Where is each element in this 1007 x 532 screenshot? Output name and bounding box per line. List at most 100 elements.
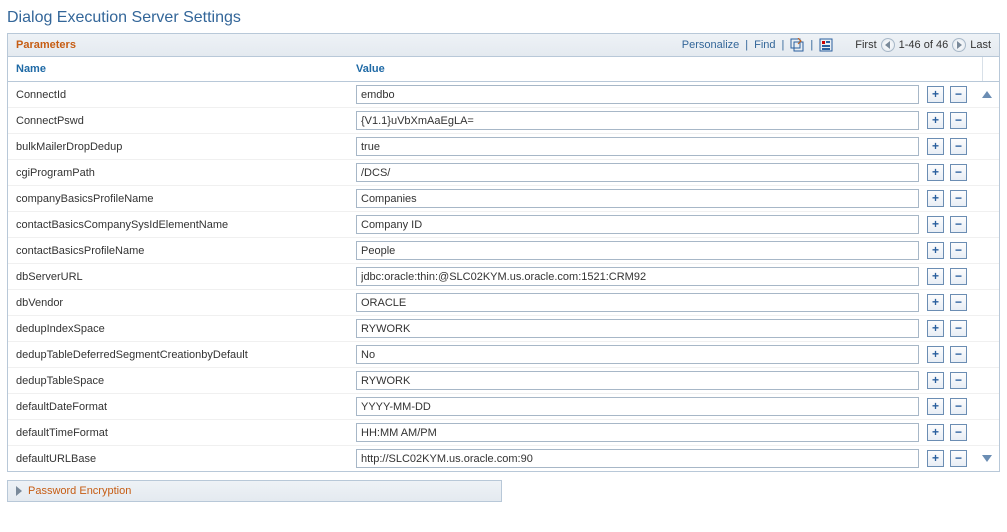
param-value-cell (352, 319, 923, 338)
param-value-cell (352, 267, 923, 286)
nav-next-icon[interactable] (952, 38, 966, 52)
add-row-button[interactable]: + (927, 294, 944, 311)
param-value-cell (352, 85, 923, 104)
delete-row-button[interactable]: − (950, 320, 967, 337)
param-value-input[interactable] (356, 371, 919, 390)
param-value-cell (352, 137, 923, 156)
row-actions: +− (923, 242, 979, 259)
param-value-input[interactable] (356, 423, 919, 442)
param-value-input[interactable] (356, 293, 919, 312)
param-value-input[interactable] (356, 85, 919, 104)
grid-header: Parameters Personalize | Find | | First … (8, 34, 999, 57)
add-row-button[interactable]: + (927, 164, 944, 181)
delete-row-button[interactable]: − (950, 164, 967, 181)
table-row: dedupIndexSpace +− (8, 315, 999, 341)
param-name: defaultDateFormat (12, 401, 352, 413)
table-row: bulkMailerDropDedup+− (8, 133, 999, 159)
row-actions: +− (923, 398, 979, 415)
delete-row-button[interactable]: − (950, 294, 967, 311)
personalize-link[interactable]: Personalize (682, 39, 739, 51)
add-row-button[interactable]: + (927, 86, 944, 103)
param-value-input[interactable] (356, 163, 919, 182)
column-header-actions (926, 57, 982, 81)
row-actions: +− (923, 424, 979, 441)
section-label: Password Encryption (28, 485, 131, 497)
add-row-button[interactable]: + (927, 242, 944, 259)
nav-last[interactable]: Last (970, 39, 991, 51)
param-value-input[interactable] (356, 241, 919, 260)
add-row-button[interactable]: + (927, 424, 944, 441)
param-name: contactBasicsCompanySysIdElementName (12, 219, 352, 231)
add-row-button[interactable]: + (927, 372, 944, 389)
param-name: dedupTableDeferredSegmentCreationbyDefau… (12, 349, 352, 361)
table-row: ConnectPswd +− (8, 107, 999, 133)
column-header-name[interactable]: Name (8, 57, 348, 81)
delete-row-button[interactable]: − (950, 450, 967, 467)
param-value-input[interactable] (356, 137, 919, 156)
add-row-button[interactable]: + (927, 398, 944, 415)
parameters-rows: ConnectId+−ConnectPswd+−bulkMailerDropDe… (8, 82, 999, 471)
add-row-button[interactable]: + (927, 320, 944, 337)
delete-row-button[interactable]: − (950, 398, 967, 415)
delete-row-button[interactable]: − (950, 268, 967, 285)
param-value-input[interactable] (356, 345, 919, 364)
param-value-input[interactable] (356, 449, 919, 468)
table-row: defaultURLBase +− (8, 445, 999, 471)
column-headers: Name Value (8, 57, 999, 82)
nav-first[interactable]: First (855, 39, 876, 51)
row-actions: +− (923, 112, 979, 129)
find-link[interactable]: Find (754, 39, 775, 51)
add-row-button[interactable]: + (927, 138, 944, 155)
add-row-button[interactable]: + (927, 346, 944, 363)
separator: | (810, 39, 813, 51)
delete-row-button[interactable]: − (950, 424, 967, 441)
grid-title: Parameters (16, 39, 76, 51)
add-row-button[interactable]: + (927, 450, 944, 467)
row-actions: +− (923, 138, 979, 155)
zoom-icon[interactable] (790, 38, 804, 52)
param-name: defaultURLBase (12, 453, 352, 465)
table-row: ConnectId+− (8, 82, 999, 107)
password-encryption-section[interactable]: Password Encryption (7, 480, 502, 502)
add-row-button[interactable]: + (927, 190, 944, 207)
param-value-input[interactable] (356, 397, 919, 416)
param-value-input[interactable] (356, 111, 919, 130)
delete-row-button[interactable]: − (950, 86, 967, 103)
delete-row-button[interactable]: − (950, 216, 967, 233)
param-name: dedupTableSpace (12, 375, 352, 387)
row-actions: +− (923, 216, 979, 233)
table-row: companyBasicsProfileName+− (8, 185, 999, 211)
param-name: dbServerURL (12, 271, 352, 283)
row-actions: +− (923, 346, 979, 363)
param-value-input[interactable] (356, 189, 919, 208)
nav-prev-icon[interactable] (881, 38, 895, 52)
download-icon[interactable] (819, 38, 833, 52)
add-row-button[interactable]: + (927, 112, 944, 129)
scroll-down-icon[interactable] (982, 455, 992, 462)
delete-row-button[interactable]: − (950, 190, 967, 207)
param-name: dedupIndexSpace (12, 323, 352, 335)
param-value-cell (352, 293, 923, 312)
separator: | (782, 39, 785, 51)
param-value-cell (352, 371, 923, 390)
param-name: ConnectPswd (12, 115, 352, 127)
add-row-button[interactable]: + (927, 216, 944, 233)
param-value-input[interactable] (356, 319, 919, 338)
delete-row-button[interactable]: − (950, 372, 967, 389)
parameters-grid: Parameters Personalize | Find | | First … (7, 33, 1000, 472)
delete-row-button[interactable]: − (950, 242, 967, 259)
column-header-value[interactable]: Value (348, 57, 926, 81)
param-value-cell (352, 241, 923, 260)
param-value-input[interactable] (356, 215, 919, 234)
delete-row-button[interactable]: − (950, 346, 967, 363)
scroll-up-icon[interactable] (982, 91, 992, 98)
param-name: dbVendor (12, 297, 352, 309)
param-value-input[interactable] (356, 267, 919, 286)
grid-nav: First 1-46 of 46 Last (855, 38, 991, 52)
delete-row-button[interactable]: − (950, 112, 967, 129)
row-actions: +− (923, 450, 979, 467)
add-row-button[interactable]: + (927, 268, 944, 285)
row-actions: +− (923, 372, 979, 389)
delete-row-button[interactable]: − (950, 138, 967, 155)
param-value-cell (352, 215, 923, 234)
